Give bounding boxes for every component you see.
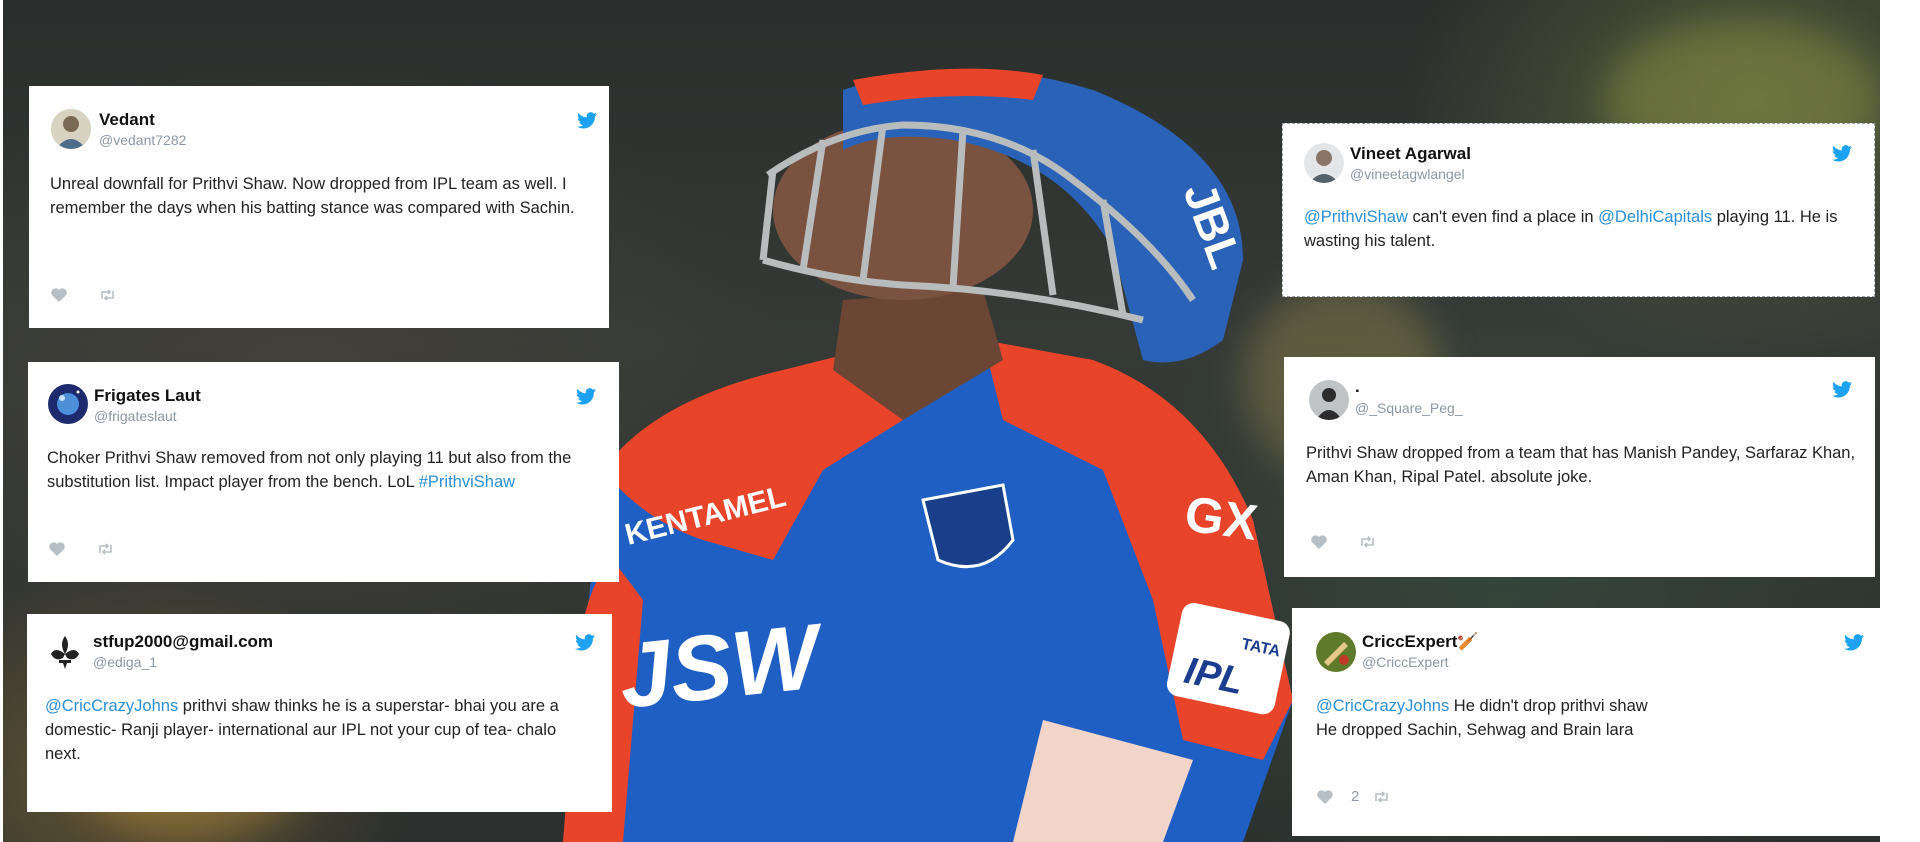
retweet-icon[interactable] (97, 543, 114, 555)
tweet-card[interactable]: Vineet Agarwal @vineetagwlangel @Prithvi… (1282, 123, 1875, 297)
tweet-author-name[interactable]: Vineet Agarwal (1350, 144, 1471, 164)
tweet-card[interactable]: CriccExpert🏏 @CriccExpert @CricCrazyJohn… (1292, 608, 1880, 836)
twitter-bird-icon[interactable] (1844, 634, 1864, 651)
tweet-author-handle[interactable]: @frigateslaut (94, 408, 177, 424)
tweet-text: @CricCrazyJohns He didn't drop prithvi s… (1316, 694, 1864, 742)
tweet-actions: 2 (1317, 788, 1390, 805)
tweet-text: Prithvi Shaw dropped from a team that ha… (1306, 441, 1861, 489)
tweet-card[interactable]: Frigates Laut @frigateslaut Choker Prith… (28, 362, 619, 582)
tweet-author-name[interactable]: Frigates Laut (94, 386, 201, 406)
tweet-author-handle[interactable]: @CriccExpert (1362, 654, 1449, 670)
tweet-author-handle[interactable]: @vineetagwlangel (1350, 166, 1465, 182)
like-heart-icon[interactable] (51, 288, 67, 302)
tweet-actions (51, 288, 116, 302)
like-heart-icon[interactable] (49, 542, 65, 556)
tweet-card[interactable]: . @_Square_Peg_ Prithvi Shaw dropped fro… (1284, 357, 1875, 577)
tweet-text: @PrithviShaw can't even find a place in … (1304, 205, 1859, 253)
like-heart-icon[interactable] (1311, 535, 1327, 549)
tweet-author-name[interactable]: CriccExpert🏏 (1362, 632, 1479, 652)
mention-link[interactable]: @DelhiCapitals (1598, 208, 1712, 226)
mention-link[interactable]: @CricCrazyJohns (45, 697, 178, 715)
tweet-text: @CricCrazyJohns prithvi shaw thinks he i… (45, 694, 593, 766)
twitter-bird-icon[interactable] (576, 388, 596, 405)
tweet-author-name[interactable]: Vedant (99, 110, 155, 130)
person-avatar-icon[interactable] (1304, 143, 1344, 183)
tweet-author-handle[interactable]: @ediga_1 (93, 654, 157, 670)
cricket-avatar-icon[interactable] (1316, 632, 1356, 672)
jersey-sleeve-text: GX (1181, 485, 1260, 551)
like-count: 2 (1351, 788, 1360, 805)
retweet-icon[interactable] (1359, 536, 1376, 548)
retweet-icon[interactable] (99, 289, 116, 301)
tweet-text-run: Unreal downfall for Prithvi Shaw. Now dr… (50, 175, 575, 217)
like-heart-icon[interactable] (1317, 789, 1333, 804)
tweet-text-run: can't even find a place in (1407, 208, 1599, 226)
mention-link[interactable]: @PrithviShaw (1304, 208, 1408, 226)
tweet-text-run: Prithvi Shaw dropped from a team that ha… (1306, 444, 1856, 486)
person-avatar-icon[interactable] (1309, 380, 1349, 420)
collage: JBL JSW KENTAMEL GX TATA IPL Vedant @ved… (0, 0, 1920, 842)
tweet-author-handle[interactable]: @_Square_Peg_ (1355, 400, 1463, 416)
person-avatar-icon[interactable] (51, 109, 91, 149)
twitter-bird-icon[interactable] (575, 634, 595, 651)
fleur-de-lis-avatar-icon[interactable] (45, 632, 85, 672)
twitter-bird-icon[interactable] (1832, 145, 1852, 162)
tweet-card[interactable]: stfup2000@gmail.com @ediga_1 @CricCrazyJ… (27, 614, 612, 812)
team-crest (921, 483, 1015, 569)
tweet-author-name[interactable]: . (1355, 377, 1360, 397)
retweet-icon[interactable] (1373, 790, 1390, 803)
mention-link[interactable]: @CricCrazyJohns (1316, 697, 1449, 715)
tweet-actions (1311, 535, 1376, 549)
tweet-text: Unreal downfall for Prithvi Shaw. Now dr… (50, 172, 590, 220)
jersey-sponsor-text: JSW (614, 605, 830, 728)
tweet-author-name[interactable]: stfup2000@gmail.com (93, 632, 273, 652)
right-margin (1880, 0, 1920, 842)
tweet-author-handle[interactable]: @vedant7282 (99, 132, 186, 148)
tweet-actions (49, 542, 114, 556)
tweet-card[interactable]: Vedant @vedant7282 Unreal downfall for P… (29, 86, 609, 328)
tweet-text: Choker Prithvi Shaw removed from not onl… (47, 446, 602, 494)
twitter-bird-icon[interactable] (577, 112, 597, 129)
planet-avatar-icon[interactable] (48, 384, 88, 424)
mention-link[interactable]: #PrithviShaw (419, 473, 515, 491)
twitter-bird-icon[interactable] (1832, 381, 1852, 398)
